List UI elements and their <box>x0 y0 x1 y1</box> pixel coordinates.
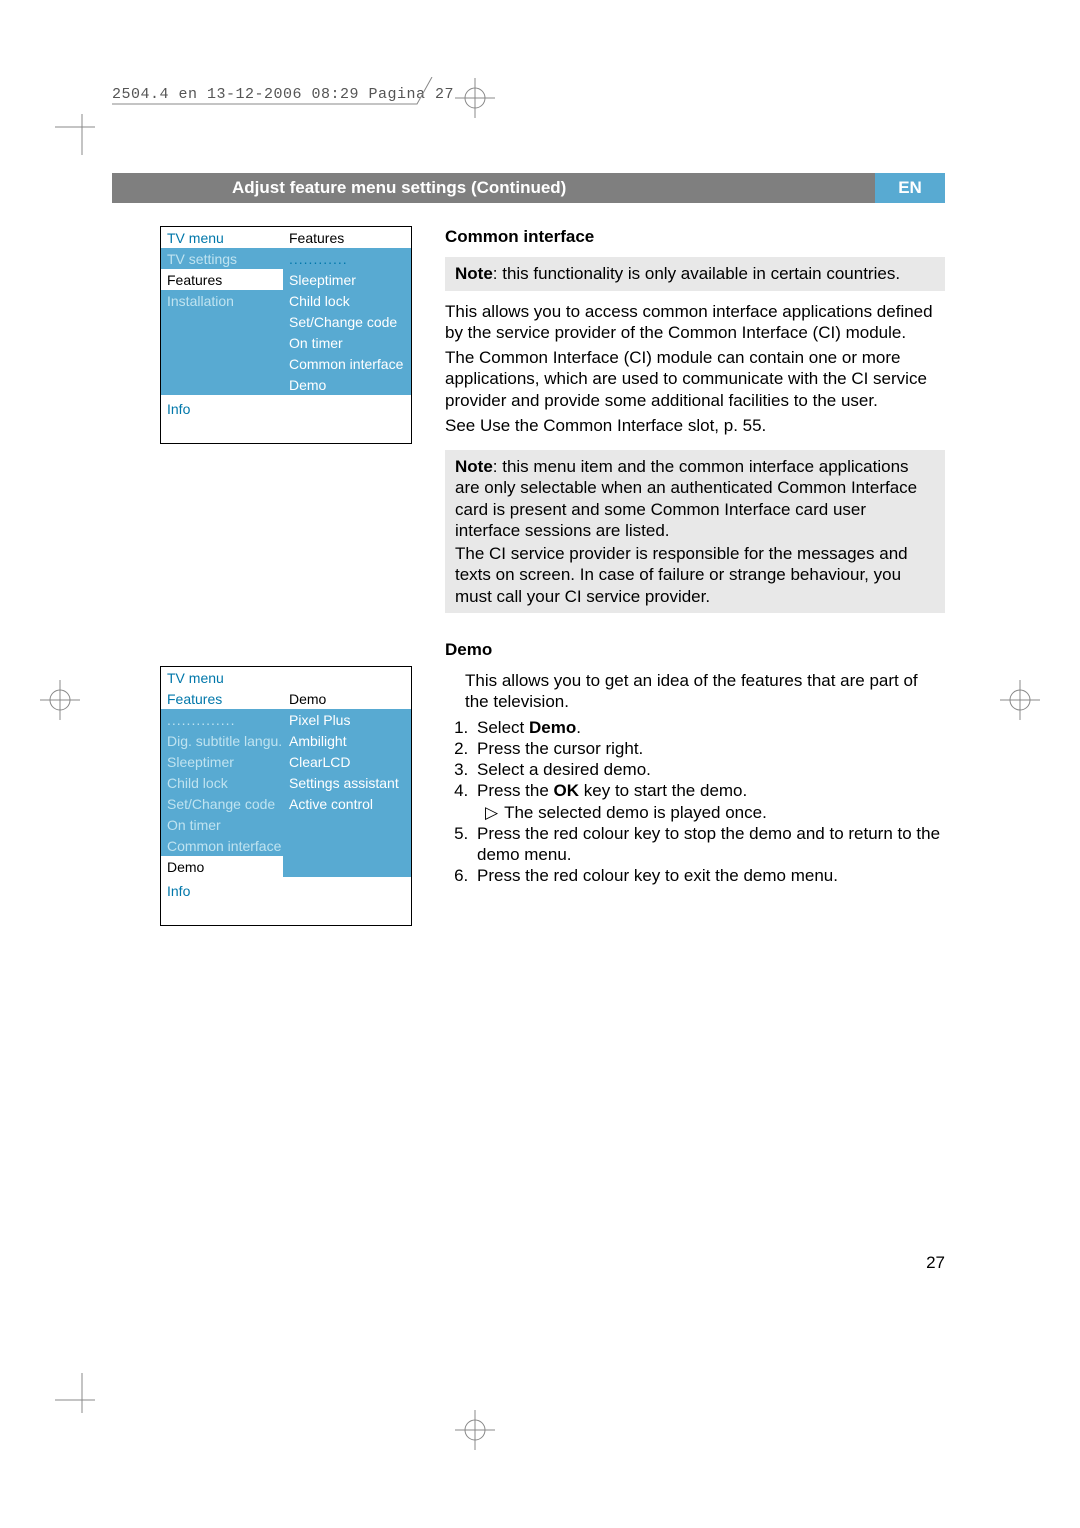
page-number: 27 <box>926 1253 945 1273</box>
menu2-header-right: Demo <box>283 688 411 709</box>
menu1-right-1: Child lock <box>283 290 411 311</box>
print-header-line <box>112 77 452 107</box>
menu2-right-0: Pixel Plus <box>283 709 411 730</box>
ci-para-2: The Common Interface (CI) module can con… <box>445 347 945 411</box>
menu2-left-1: Sleeptimer <box>161 751 283 772</box>
registration-mark-top <box>455 78 495 118</box>
menu2-right-3: Settings assistant <box>283 772 411 793</box>
menu1-right-2: Set/Change code <box>283 311 411 332</box>
heading-demo: Demo <box>445 639 945 660</box>
registration-mark-bottom <box>455 1410 495 1450</box>
tv-menu-features: TV menu Features TV settings ...........… <box>160 226 412 444</box>
menu2-left-dots: .............. <box>167 712 235 728</box>
menu1-right-dots: ............ <box>289 251 348 267</box>
note-box-1: Note: this functionality is only availab… <box>445 257 945 290</box>
menu2-header-features: Features <box>161 688 283 709</box>
menu2-header-left: TV menu <box>161 667 283 688</box>
menu1-left-2: Installation <box>161 290 283 311</box>
menu2-left-3: Set/Change code <box>161 793 283 814</box>
menu1-right-0: Sleeptimer <box>283 269 411 290</box>
demo-steps: Select Demo. Press the cursor right. Sel… <box>445 717 945 887</box>
crop-mark-bottom-left <box>55 1373 110 1428</box>
heading-common-interface: Common interface <box>445 226 945 247</box>
menu2-left-0: Dig. subtitle langu. <box>161 730 283 751</box>
menu2-left-6: Demo <box>161 856 283 877</box>
menu1-right-3: On timer <box>283 332 411 353</box>
lang-badge: EN <box>875 173 945 203</box>
menu1-header-right: Features <box>283 227 411 248</box>
demo-intro: This allows you to get an idea of the fe… <box>465 670 945 713</box>
menu2-info: Info <box>161 877 411 925</box>
menu1-right-5: Demo <box>283 374 411 395</box>
menu2-right-1: Ambilight <box>283 730 411 751</box>
registration-mark-right <box>1000 680 1040 720</box>
menu2-left-4: On timer <box>161 814 283 835</box>
menu1-left-0: TV settings <box>161 248 283 269</box>
menu1-right-4: Common interface <box>283 353 411 374</box>
tv-menu-demo: TV menu Features Demo .............. Pix… <box>160 666 412 926</box>
menu1-info: Info <box>161 395 411 443</box>
ci-para-3: See Use the Common Interface slot, p. 55… <box>445 415 945 436</box>
title-bar: Adjust feature menu settings (Continued)… <box>112 173 945 203</box>
registration-mark-left <box>40 680 80 720</box>
menu1-left-1: Features <box>161 269 283 290</box>
ci-para-1: This allows you to access common interfa… <box>445 301 945 344</box>
menu2-right-4: Active control <box>283 793 411 814</box>
menu1-header-left: TV menu <box>161 227 283 248</box>
menu2-right-2: ClearLCD <box>283 751 411 772</box>
crop-mark-top-left <box>55 100 110 155</box>
menu2-left-5: Common interface <box>161 835 283 856</box>
note-box-2: Note: this menu item and the common inte… <box>445 450 945 613</box>
page-title: Adjust feature menu settings (Continued) <box>232 178 566 198</box>
menu2-left-2: Child lock <box>161 772 283 793</box>
